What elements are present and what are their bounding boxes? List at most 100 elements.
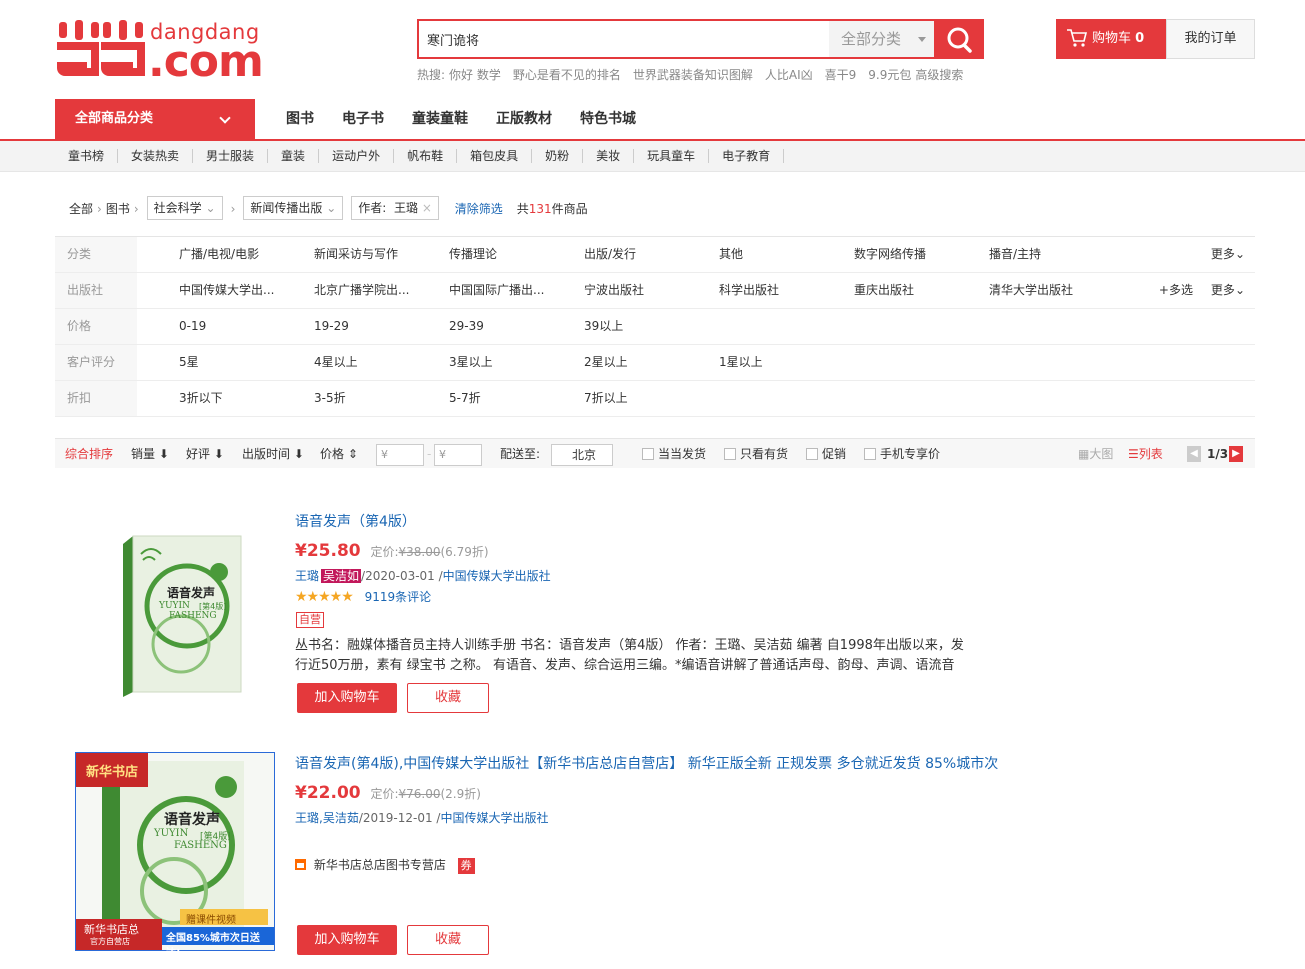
author-link[interactable]: 王璐,吴洁茹 [295, 811, 359, 825]
promo-checkbox[interactable]: 促销 [806, 439, 846, 469]
filter-option[interactable]: 传播理论 [449, 237, 497, 272]
nav-item-ebooks[interactable]: 电子书 [342, 111, 384, 127]
add-to-cart-button[interactable]: 加入购物车 [297, 683, 397, 713]
filter-option[interactable]: 中国传媒大学出... [179, 273, 274, 308]
filter-option[interactable]: 中国国际广播出... [449, 273, 544, 308]
sort-price[interactable]: 价格 ⇕ [320, 439, 358, 469]
subnav-item[interactable]: 箱包皮具 [457, 149, 533, 163]
filter-option[interactable]: 19-29 [314, 309, 349, 344]
coupon-badge[interactable]: 券 [457, 858, 475, 874]
filter-option[interactable]: 5-7折 [449, 381, 481, 416]
subnav-item[interactable]: 女装热卖 [118, 149, 194, 163]
filter-option[interactable]: 出版/发行 [584, 237, 636, 272]
crumb-books[interactable]: 图书 [106, 202, 130, 216]
filter-option[interactable]: 其他 [719, 237, 743, 272]
list-view-toggle[interactable]: ☰列表 [1128, 439, 1163, 469]
filter-option[interactable]: 3折以下 [179, 381, 223, 416]
publisher-link[interactable]: 中国传媒大学出版社 [440, 811, 548, 825]
search-category-select[interactable]: 全部分类 [829, 21, 934, 57]
favorite-button[interactable]: 收藏 [407, 925, 489, 955]
filter-option[interactable]: 清华大学出版社 [989, 273, 1073, 308]
nav-item-books[interactable]: 图书 [286, 111, 314, 127]
clear-filters-link[interactable]: 清除筛选 [455, 202, 503, 216]
more-button[interactable]: 更多⌄ [1211, 273, 1245, 308]
filter-option[interactable]: 3星以上 [449, 345, 493, 380]
search-input[interactable] [419, 21, 829, 57]
sort-sales[interactable]: 销量 ⬇ [131, 439, 169, 469]
filter-option[interactable]: 新闻采访与写作 [314, 237, 398, 272]
price-from-input[interactable]: ¥ [376, 444, 424, 466]
nav-item-special-store[interactable]: 特色书城 [580, 111, 636, 127]
publisher-link[interactable]: 中国传媒大学出版社 [443, 569, 551, 583]
in-stock-checkbox[interactable]: 只看有货 [724, 439, 788, 469]
filter-option[interactable]: 1星以上 [719, 345, 763, 380]
grid-view-toggle[interactable]: ▦大图 [1078, 439, 1113, 469]
filter-option[interactable]: 7折以上 [584, 381, 628, 416]
crumb-journalism-dropdown[interactable]: 新闻传播出版 ⌄ [243, 196, 344, 220]
filter-option[interactable]: 2星以上 [584, 345, 628, 380]
filter-option[interactable]: 39以上 [584, 309, 623, 344]
my-orders-button[interactable]: 我的订单 [1166, 19, 1255, 59]
filter-option[interactable]: 播音/主持 [989, 237, 1041, 272]
nav-item-textbooks[interactable]: 正版教材 [496, 111, 552, 127]
price-to-input[interactable]: ¥ [434, 444, 482, 466]
hot-term[interactable]: 世界武器装备知识图解 [633, 68, 753, 82]
hot-term[interactable]: 野心是看不见的排名 [513, 68, 621, 82]
subnav-item[interactable]: 童装 [268, 149, 320, 163]
favorite-button[interactable]: 收藏 [407, 683, 489, 713]
subnav-item[interactable]: 电子教育 [709, 149, 785, 163]
product-image[interactable]: 新华书店 语音发声 YUYIN [第4版] FASHENG 赠课件视频 新华书店… [75, 752, 275, 959]
product-title[interactable]: 语音发声(第4版),中国传媒大学出版社【新华书店总店自营店】 新华正版全新 正规… [295, 753, 998, 773]
prev-page-button[interactable]: ◀ [1187, 446, 1201, 462]
cart-button[interactable]: 购物车 0 [1056, 19, 1166, 59]
filter-option[interactable]: 0-19 [179, 309, 206, 344]
next-page-button[interactable]: ▶ [1229, 446, 1243, 462]
crumb-all[interactable]: 全部 [69, 202, 93, 216]
mobile-price-checkbox[interactable]: 手机专享价 [864, 439, 940, 469]
filter-option[interactable]: 29-39 [449, 309, 484, 344]
author-link[interactable]: 王璐 [295, 569, 319, 583]
filter-option[interactable]: 4星以上 [314, 345, 358, 380]
multi-select-button[interactable]: +多选 [1159, 273, 1193, 308]
author-link-highlighted[interactable]: 吴洁如 [321, 569, 362, 583]
add-to-cart-button[interactable]: 加入购物车 [297, 925, 397, 955]
subnav-item[interactable]: 帆布鞋 [394, 149, 458, 163]
all-categories-button[interactable]: 全部商品分类 [55, 99, 255, 141]
subnav-item[interactable]: 美妆 [583, 149, 635, 163]
sort-pubdate[interactable]: 出版时间 ⬇ [242, 439, 304, 469]
crumb-social-dropdown[interactable]: 社会科学 ⌄ [146, 196, 223, 220]
product-title[interactable]: 语音发声（第4版） [295, 511, 416, 531]
filter-option[interactable]: 重庆出版社 [854, 273, 914, 308]
nav-item-kids-clothing[interactable]: 童装童鞋 [412, 111, 468, 127]
filter-option[interactable]: 数字网络传播 [854, 237, 926, 272]
dangdang-ship-checkbox[interactable]: 当当发货 [642, 439, 706, 469]
product-image[interactable]: 语音发声 YUYIN [第4版] FASHENG [119, 532, 243, 697]
review-count-link[interactable]: 9119条评论 [365, 590, 432, 604]
subnav-item[interactable]: 童书榜 [55, 149, 119, 163]
hot-term[interactable]: 喜干9 [825, 68, 857, 82]
filter-option[interactable]: 5星 [179, 345, 199, 380]
sort-reviews[interactable]: 好评 ⬇ [186, 439, 224, 469]
hot-term[interactable]: 9.9元包 [868, 68, 911, 82]
more-button[interactable]: 更多⌄ [1211, 237, 1245, 272]
filter-option[interactable]: 宁波出版社 [584, 273, 644, 308]
sort-overall[interactable]: 综合排序 [65, 439, 113, 469]
search-button[interactable] [934, 19, 984, 59]
filter-option[interactable]: 3-5折 [314, 381, 346, 416]
subnav-item[interactable]: 奶粉 [532, 149, 584, 163]
filter-option[interactable]: 广播/电视/电影 [179, 237, 259, 272]
shop-link[interactable]: 新华书店总店图书专营店 [314, 858, 446, 872]
filter-option[interactable]: 北京广播学院出... [314, 273, 409, 308]
subnav-item[interactable]: 男士服装 [193, 149, 269, 163]
filter-option[interactable]: 科学出版社 [719, 273, 779, 308]
subnav-item[interactable]: 玩具童车 [634, 149, 710, 163]
ship-city-select[interactable]: 北京 [551, 444, 613, 466]
hot-term[interactable]: 你好 数学 [449, 68, 501, 82]
advanced-search-link[interactable]: 高级搜索 [915, 68, 963, 82]
dangdang-logo[interactable]: dangdang .com [55, 14, 264, 87]
subnav-item[interactable]: 运动户外 [319, 149, 395, 163]
hot-term[interactable]: 人比AI凶 [765, 68, 813, 82]
author-filter-tag[interactable]: 作者: 王璐 × [351, 196, 439, 220]
close-icon[interactable]: × [422, 201, 432, 215]
result-count-suffix: 件商品 [551, 202, 588, 216]
